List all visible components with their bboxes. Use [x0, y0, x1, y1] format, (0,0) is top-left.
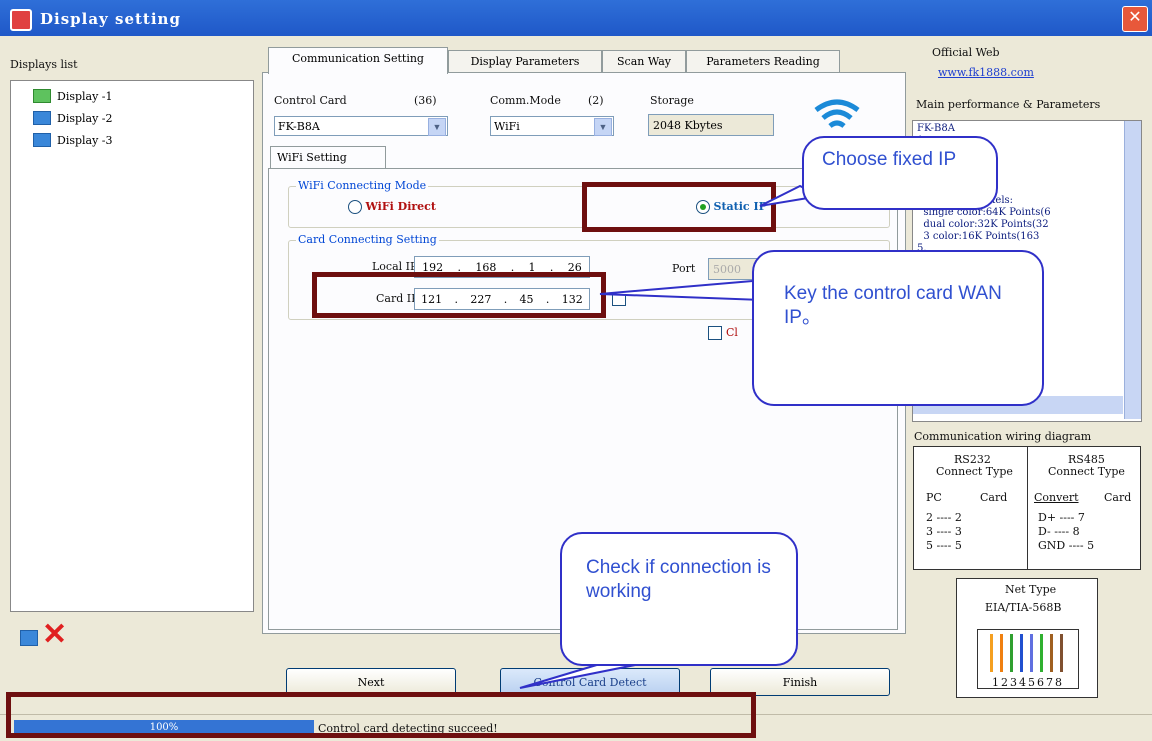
callout-check-connection: Check if connection is working [560, 532, 798, 666]
callout-fixed-ip: Choose fixed IP [802, 136, 998, 210]
callout-wan-ip: Key the control card WAN IP。 [752, 250, 1044, 406]
tab-communication-setting[interactable]: Communication Setting [268, 47, 448, 74]
tab-wifi-setting[interactable]: WiFi Setting [270, 146, 386, 168]
